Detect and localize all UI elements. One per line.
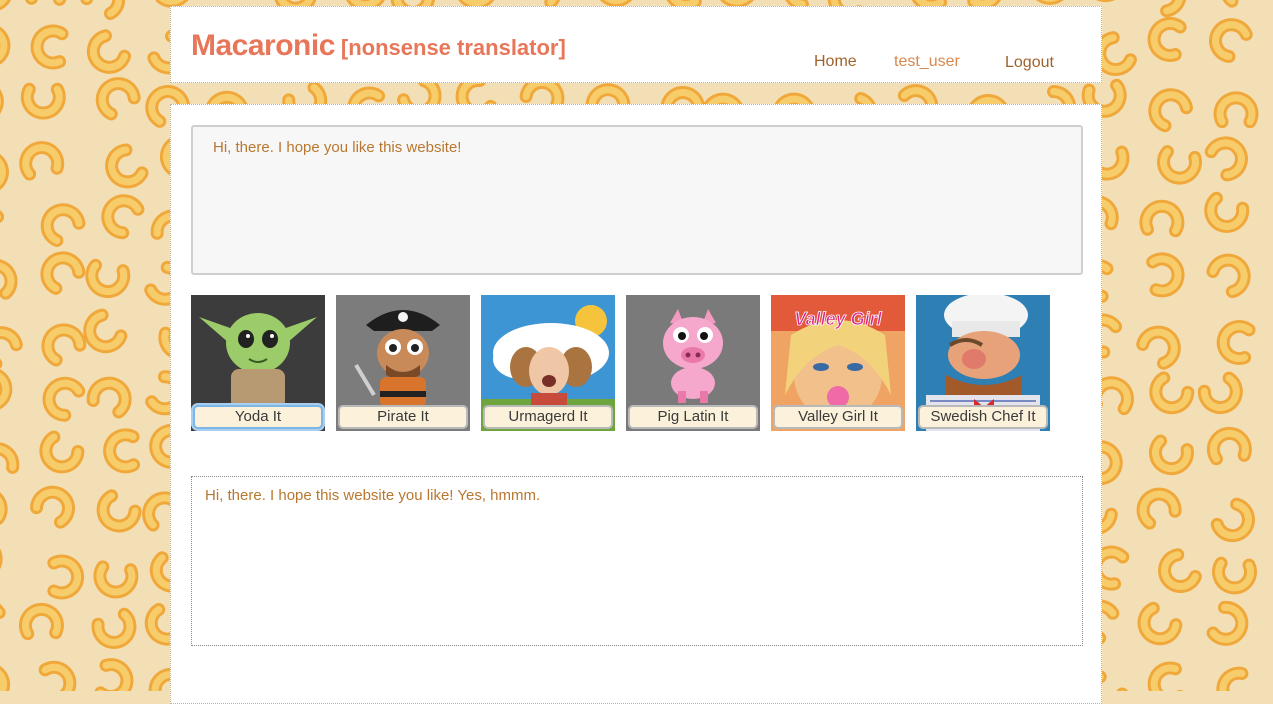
site-title: Macaronic [191, 29, 335, 62]
site-header: Macaronic [nonsense translator] Home test… [170, 6, 1102, 83]
translator-tile-swedish-chef[interactable]: Swedish Chef It [916, 295, 1050, 431]
translate-button[interactable]: Pig Latin It [628, 405, 758, 429]
valley-girl-cover-title: Valley Girl [794, 309, 882, 329]
translation-output: Hi, there. I hope this website you like!… [191, 476, 1083, 646]
translator-tile-pirate[interactable]: Pirate It [336, 295, 470, 431]
brand: Macaronic [nonsense translator] [191, 29, 566, 63]
translator-tile-pig-latin[interactable]: Pig Latin It [626, 295, 760, 431]
translator-tile-valley-girl[interactable]: Valley Girl Valley Girl It [771, 295, 905, 431]
main-panel: Hi, there. I hope you like this website!… [170, 104, 1102, 704]
source-text-input[interactable]: Hi, there. I hope you like this website! [191, 125, 1083, 275]
translate-button[interactable]: Valley Girl It [773, 405, 903, 429]
nav-logout-link[interactable]: Logout [1005, 54, 1054, 72]
translate-button[interactable]: Pirate It [338, 405, 468, 429]
nav-user-link[interactable]: test_user [894, 53, 960, 71]
site-subtitle: [nonsense translator] [340, 35, 566, 60]
nav-home-link[interactable]: Home [814, 53, 857, 71]
translate-button[interactable]: Urmagerd It [483, 405, 613, 429]
translate-button[interactable]: Yoda It [193, 405, 323, 429]
translate-button[interactable]: Swedish Chef It [918, 405, 1048, 429]
translator-tile-yoda[interactable]: Yoda It [191, 295, 325, 431]
translator-tile-urmagerd[interactable]: Urmagerd It [481, 295, 615, 431]
